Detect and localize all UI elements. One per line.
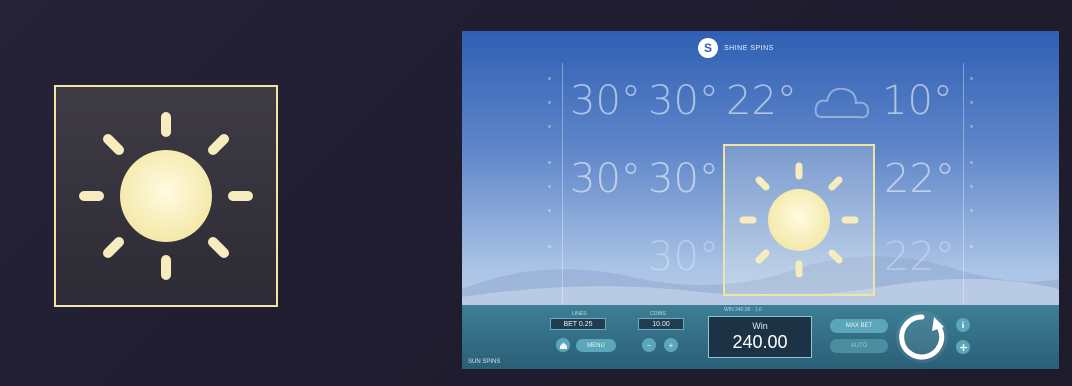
payline-marker (548, 125, 551, 128)
max-bet-button[interactable]: MAX BET (830, 319, 888, 333)
auto-spin-button[interactable]: AUTO (830, 339, 888, 353)
coin-caption: COINS (650, 311, 666, 317)
footer-label: SUN SPINS (468, 359, 501, 365)
payline-marker (970, 77, 973, 80)
reel-symbol: 22° (884, 156, 955, 202)
increase-bet-button[interactable]: + (664, 338, 678, 352)
payline-marker (970, 101, 973, 104)
info-icon (962, 321, 964, 328)
reel-symbol: 30° (648, 78, 719, 124)
winning-symbol-cell (723, 144, 875, 296)
reel-symbol: 30° (648, 234, 719, 280)
payline-marker (970, 185, 973, 188)
win-value: 240.00 (732, 332, 788, 352)
sun-icon (739, 162, 859, 278)
win-caption: WIN 240.00 · 1.0 (724, 307, 762, 313)
preview-symbol-tile (54, 85, 278, 307)
reel-symbol: 22° (726, 78, 797, 124)
payline-marker (970, 209, 973, 212)
payline-marker (548, 185, 551, 188)
payline-marker (548, 161, 551, 164)
payline-marker (548, 101, 551, 104)
payline-marker (548, 245, 551, 248)
cloud-icon (814, 87, 870, 119)
payline-marker (970, 245, 973, 248)
payline-marker (548, 77, 551, 80)
info-button[interactable] (956, 318, 970, 332)
control-bar: LINES BET 0.25 MENU COINS 10.00 − + WIN … (462, 305, 1059, 369)
plus-icon (959, 343, 967, 351)
slot-game-window: S SHINE SPINS 30° 30° 22° 10° 30° 30° 22… (462, 31, 1059, 369)
coin-display: 10.00 (638, 318, 684, 330)
payline-marker (970, 161, 973, 164)
payline-marker (970, 125, 973, 128)
reel-symbol: 30° (570, 78, 641, 124)
reel-symbol: 22° (884, 234, 955, 280)
menu-button[interactable]: MENU (576, 339, 616, 352)
reel-symbol: 30° (648, 156, 719, 202)
game-title: SHINE SPINS (724, 44, 774, 52)
payline-marker (548, 209, 551, 212)
game-logo: S (698, 38, 718, 58)
reel-symbol: 10° (882, 78, 953, 124)
home-icon (559, 342, 567, 349)
bet-caption: LINES (572, 311, 587, 317)
sun-icon (79, 112, 253, 280)
home-button[interactable] (556, 338, 570, 352)
game-header: S SHINE SPINS (698, 37, 774, 59)
reel-symbol: 30° (570, 156, 641, 202)
win-label: Win (752, 321, 768, 331)
settings-button[interactable] (956, 340, 970, 354)
bet-display: BET 0.25 (550, 318, 606, 330)
spin-button[interactable] (894, 309, 950, 365)
decrease-bet-button[interactable]: − (642, 338, 656, 352)
win-display: Win 240.00 (708, 316, 812, 358)
